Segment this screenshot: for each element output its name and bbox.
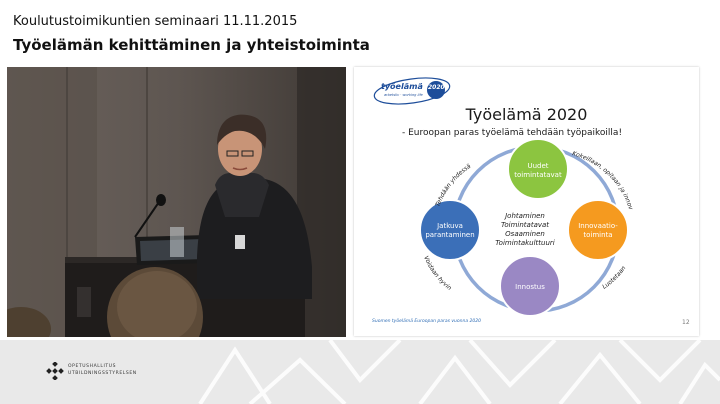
session-title: Työelämän kehittäminen ja yhteistoiminta xyxy=(13,36,370,54)
circle-top-label-2: toimintatavat xyxy=(514,171,562,179)
org-name-sv: UTBILDNINGSSTYRELSEN xyxy=(68,371,137,376)
water-glass xyxy=(170,227,184,257)
org-name: OPETUSHALLITUS UTBILDNINGSSTYRELSEN xyxy=(68,363,137,377)
event-title: Koulutustoimikuntien seminaari 11.11.201… xyxy=(13,14,298,29)
circle-left-label-1: Jatkuva xyxy=(436,222,463,230)
cycle-diagram: Uudet toimintatavat Innovaatio- toiminta… xyxy=(354,67,634,317)
circle-jatkuva-parantaminen xyxy=(419,199,481,261)
speaker-video-frame xyxy=(7,67,346,337)
circle-bottom-label: Innostus xyxy=(515,283,545,291)
circle-innovaatiotoiminta xyxy=(567,199,629,261)
circle-right-label-2: toiminta xyxy=(583,231,612,239)
arc-label-bottom-right: Luotetaan xyxy=(601,265,627,291)
slide-footer-text: Suomen työelämä Euroopan paras vuonna 20… xyxy=(372,319,481,324)
center-item-3: Osaaminen xyxy=(505,230,545,238)
circle-right-label-1: Innovaatio- xyxy=(578,222,618,230)
speaker-video xyxy=(7,67,346,337)
circle-top-label-1: Uudet xyxy=(527,162,548,170)
header: Koulutustoimikuntien seminaari 11.11.201… xyxy=(0,0,720,64)
opetushallitus-logo-icon xyxy=(46,362,64,380)
center-item-4: Toimintakulttuuri xyxy=(495,239,555,247)
org-name-fi: OPETUSHALLITUS xyxy=(68,364,117,369)
arc-label-top-right: Kokeillaan, opitaan ja innovoidaan xyxy=(354,67,634,211)
presentation-slide: työelämä 2020 arbetsliv · working life T… xyxy=(354,67,699,336)
circle-left-label-2: parantaminen xyxy=(425,231,474,239)
center-item-1: Johtaminen xyxy=(503,212,545,220)
slide-page-number: 12 xyxy=(682,319,690,326)
center-item-2: Toimintatavat xyxy=(501,221,549,229)
